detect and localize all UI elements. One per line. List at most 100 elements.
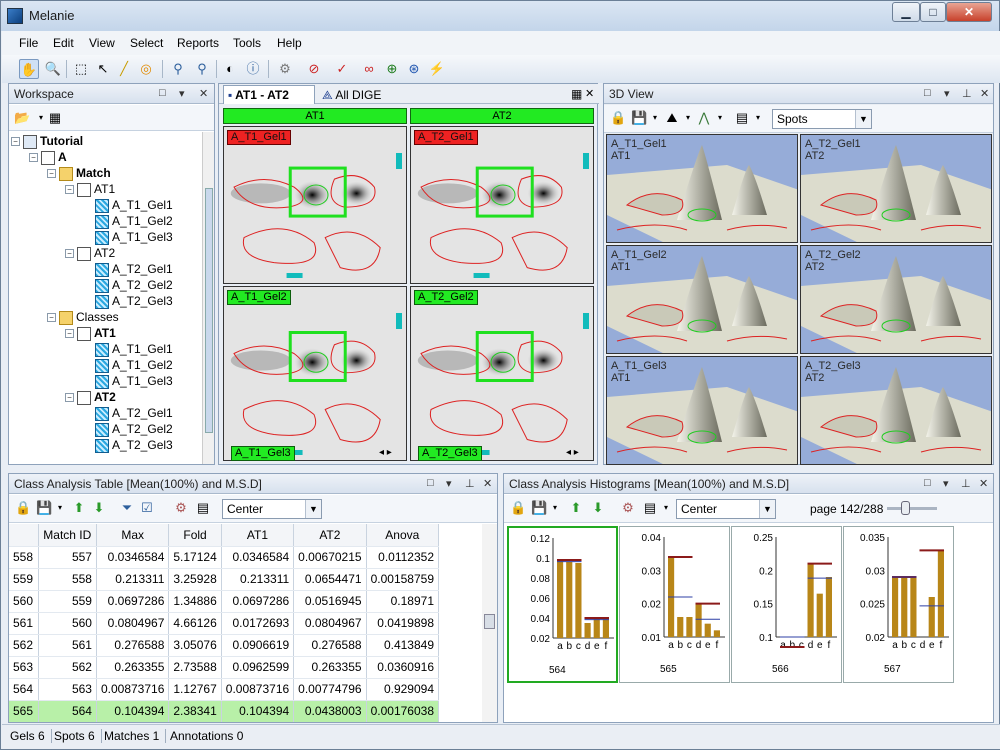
collapse-icon[interactable]: − <box>47 169 56 178</box>
lock-icon[interactable]: 🔒 <box>610 110 626 126</box>
center-combo[interactable]: Center ▼ <box>222 499 322 519</box>
column-header[interactable]: AT1 <box>221 524 295 547</box>
column-header[interactable]: AT2 <box>293 524 367 547</box>
collapse-icon[interactable]: − <box>47 313 56 322</box>
settings-icon[interactable]: ⚙ <box>620 500 636 516</box>
column-header[interactable]: Anova <box>366 524 440 547</box>
settings-icon[interactable]: ⚙ <box>173 500 189 516</box>
menu-file[interactable]: File <box>19 36 38 50</box>
tree-node[interactable]: − A <box>29 150 67 165</box>
close-tab-icon[interactable]: ✕ <box>585 87 594 100</box>
table-icon[interactable]: ▦ <box>47 110 63 126</box>
menu-select[interactable]: Select <box>130 36 163 50</box>
layout-icon[interactable]: ▤ <box>734 110 750 126</box>
histogram-card[interactable]: 0.04 0.03 0.02 0.01 a b c d e f 565 <box>619 526 730 683</box>
page-slider[interactable] <box>887 501 937 515</box>
tree-node[interactable]: A_T1_Gel1 <box>95 342 173 357</box>
tree-node[interactable]: − AT2 <box>65 390 116 405</box>
menu-edit[interactable]: Edit <box>53 36 74 50</box>
maximize-button[interactable]: □ <box>920 2 946 22</box>
dropdown-icon[interactable]: ▾ <box>647 110 663 126</box>
center-combo[interactable]: Center ▼ <box>676 499 776 519</box>
gel-nav-arrows[interactable]: ◂ ▸ <box>379 447 392 458</box>
target-icon[interactable]: ◎ <box>136 59 156 79</box>
histogram-card[interactable]: 0.035 0.03 0.025 0.02 a b c d e f 567 <box>843 526 954 683</box>
tree-node[interactable]: − AT1 <box>65 182 115 197</box>
table-row[interactable]: 559 558 0.213311 3.25928 0.213311 0.0654471 0.… <box>9 568 440 591</box>
list-icon[interactable]: ▤ <box>195 500 211 516</box>
collapse-icon[interactable]: − <box>11 137 20 146</box>
save-icon[interactable]: 💾 <box>36 500 52 516</box>
chevron-down-icon[interactable]: ▾ <box>944 87 950 100</box>
tree-node[interactable]: − Tutorial <box>11 134 83 149</box>
surface-3d-view[interactable]: A_T1_Gel3 AT1 <box>606 356 798 465</box>
float-icon[interactable]: □ <box>159 87 166 99</box>
gel-column-header[interactable]: AT2 <box>410 108 594 124</box>
close-icon[interactable]: ✕ <box>483 477 492 490</box>
table-row[interactable]: 562 561 0.276588 3.05076 0.0906619 0.276588 0.… <box>9 634 440 657</box>
check-icon[interactable]: ✓ <box>332 59 352 79</box>
collapse-icon[interactable]: − <box>65 329 74 338</box>
surface-3d-view[interactable]: A_T1_Gel1 AT1 <box>606 134 798 243</box>
lock-icon[interactable]: 🔒 <box>510 500 526 516</box>
search-link-icon[interactable]: ⊛ <box>404 59 424 79</box>
pin-icon[interactable]: ⊥ <box>961 477 971 490</box>
menu-view[interactable]: View <box>89 36 115 50</box>
tree-node[interactable]: − AT1 <box>65 326 116 341</box>
info-icon[interactable]: ⓘ <box>243 59 263 79</box>
tree-node[interactable]: A_T1_Gel2 <box>95 358 173 373</box>
close-button[interactable]: ✕ <box>946 2 992 22</box>
surface-3d-view[interactable]: A_T2_Gel2 AT2 <box>800 245 992 354</box>
tree-node[interactable]: A_T2_Gel3 <box>95 438 173 453</box>
surface-3d-view[interactable]: A_T1_Gel2 AT1 <box>606 245 798 354</box>
tree-node[interactable]: A_T1_Gel1 <box>95 198 173 213</box>
tree-node[interactable]: A_T2_Gel1 <box>95 262 173 277</box>
column-header[interactable] <box>9 524 39 547</box>
table-row[interactable]: 563 562 0.263355 2.73588 0.0962599 0.263355 0.… <box>9 656 440 679</box>
surface-3d-view[interactable]: A_T2_Gel3 AT2 <box>800 356 992 465</box>
tree-node[interactable]: − AT2 <box>65 246 115 261</box>
dropdown-icon[interactable]: ▾ <box>658 500 674 516</box>
arrow-up-icon[interactable]: ⬆ <box>71 500 87 516</box>
pin-icon[interactable]: ⊥ <box>465 477 475 490</box>
histogram-card[interactable]: 0.12 0.1 0.08 0.06 0.04 0.02 a b c d e f 564 <box>507 526 618 683</box>
contrast-icon[interactable]: ◐ <box>220 59 240 79</box>
tree-node[interactable]: − Match <box>47 166 111 181</box>
tab-all-dige[interactable]: ⟁ All DIGE <box>318 86 398 104</box>
histogram-card[interactable]: 0.25 0.2 0.15 0.1 a b c d e f 566 <box>731 526 842 683</box>
table-row[interactable]: 561 560 0.0804967 4.66126 0.0172693 0.0804967… <box>9 612 440 635</box>
chevron-down-icon[interactable]: ▾ <box>179 87 185 100</box>
tree-node[interactable]: A_T2_Gel2 <box>95 278 173 293</box>
save-icon[interactable]: 💾 <box>531 500 547 516</box>
dropdown-icon[interactable]: ▾ <box>547 500 563 516</box>
shape-icon[interactable]: ⛰ <box>664 110 680 126</box>
check-filter-icon[interactable]: ☑ <box>139 500 155 516</box>
tree-scrollbar[interactable] <box>202 132 214 464</box>
pin-icon[interactable]: ⊥ <box>962 87 972 100</box>
float-icon[interactable]: □ <box>924 87 931 99</box>
table-row[interactable]: 560 559 0.0697286 1.34886 0.0697286 0.0516945… <box>9 590 440 613</box>
dropdown-icon[interactable]: ▾ <box>52 500 68 516</box>
tree-node[interactable]: − Classes <box>47 310 119 325</box>
grid-icon[interactable]: ▦ <box>571 87 582 101</box>
gel-image[interactable]: A_T2_Gel1 <box>410 126 594 284</box>
table-scrollbar[interactable] <box>482 524 497 722</box>
surface-3d-view[interactable]: A_T2_Gel1 AT2 <box>800 134 992 243</box>
collapse-icon[interactable]: − <box>65 393 74 402</box>
arrow-down-icon[interactable]: ⬇ <box>91 500 107 516</box>
gel-image[interactable]: A_T2_Gel2 <box>410 286 594 461</box>
menu-tools[interactable]: Tools <box>233 36 261 50</box>
close-icon[interactable]: ✕ <box>980 87 989 100</box>
menu-reports[interactable]: Reports <box>177 36 219 50</box>
dropdown-icon[interactable]: ▾ <box>750 110 766 126</box>
filter-icon[interactable]: ⏷ <box>119 500 135 516</box>
select-rect-icon[interactable]: ⬚ <box>71 59 91 79</box>
table-row[interactable]: 564 563 0.00873716 1.12767 0.00873716 0.00774… <box>9 678 440 701</box>
zoom-icon[interactable]: 🔍 <box>43 59 63 79</box>
float-icon[interactable]: □ <box>924 477 931 489</box>
dropdown-icon[interactable]: ▾ <box>680 110 696 126</box>
lock-icon[interactable]: 🔒 <box>15 500 31 516</box>
auto-match-icon[interactable]: ⚡ <box>427 59 447 79</box>
minimize-button[interactable]: ▁ <box>892 2 920 22</box>
pin-icon[interactable]: ⚲ <box>168 59 188 79</box>
